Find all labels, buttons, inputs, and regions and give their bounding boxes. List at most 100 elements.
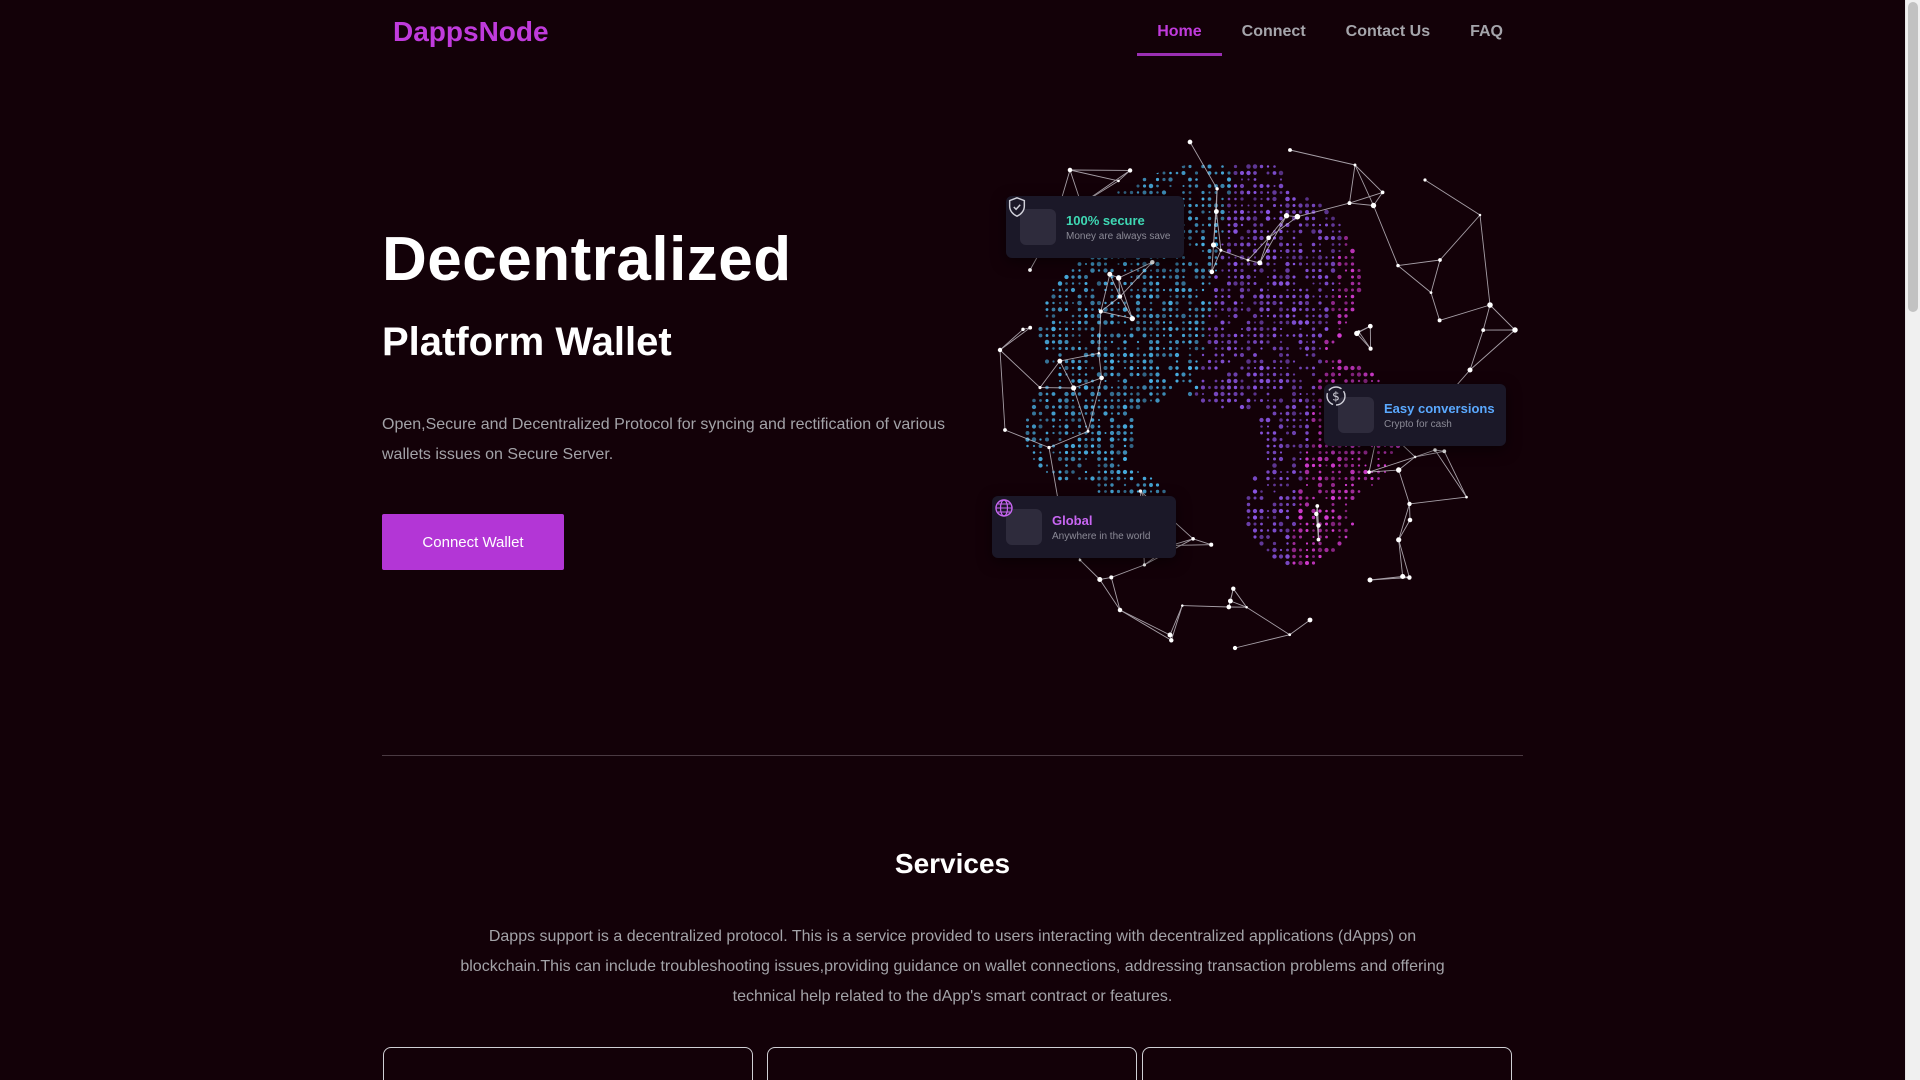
globe-dot [1123,399,1127,402]
nav-faq[interactable]: FAQ [1450,0,1523,56]
globe-dot [1195,262,1198,266]
globe-dot [1286,230,1289,233]
globe-dot [1311,346,1316,351]
globe-dot [1044,404,1050,410]
globe-dot [1182,262,1185,266]
nav-connect[interactable]: Connect [1222,0,1326,56]
globe-dot [1109,437,1115,442]
service-card[interactable] [383,1047,753,1080]
globe-dot [1246,216,1251,221]
globe-dot [1110,268,1114,273]
globe-dot [1071,314,1075,318]
globe-dot [1142,489,1147,494]
globe-dot [1065,295,1068,298]
globe-dot [1038,333,1043,338]
network-node [1407,501,1412,507]
globe-dot [1090,327,1095,331]
globe-dot [1377,457,1380,461]
globe-dot [1051,307,1056,312]
globe-dot [1227,275,1231,279]
globe-dot [1265,216,1271,221]
globe-dot [1227,385,1231,390]
globe-dot [1240,262,1244,266]
globe-dot [1253,243,1257,246]
globe-dot [1109,450,1115,455]
globe-dot [1266,184,1270,188]
globe-dot [1298,248,1303,254]
globe-dot [1351,275,1354,279]
globe-dot [1117,464,1120,467]
globe-dot [1337,235,1342,241]
globe-dot [1162,385,1166,390]
globe-dot [1259,508,1264,514]
globe-dot [1279,412,1283,415]
globe-dot [1162,288,1166,292]
network-node [1396,467,1402,473]
globe-dot [1135,404,1141,410]
globe-dot [1324,313,1329,319]
globe-dot [1312,477,1315,480]
globe-dot [1221,269,1224,272]
globe-dot [1064,431,1069,435]
globe-dot [1175,327,1179,331]
globe-dot [1266,451,1270,454]
globe-dot [1227,216,1231,221]
connect-wallet-button[interactable]: Connect Wallet [382,514,564,570]
globe-dot [1279,476,1283,481]
globe-dot [1201,197,1205,201]
globe-dot [1038,456,1043,462]
globe-dot [1122,385,1128,390]
globe-dot [1070,456,1076,462]
nav-home[interactable]: Home [1137,0,1223,56]
scrollbar-thumb[interactable] [1908,2,1918,312]
nav-contact-us[interactable]: Contact Us [1326,0,1450,56]
globe-dot [1221,399,1224,402]
globe-dot [1142,190,1147,195]
globe-dot [1097,269,1101,272]
network-node [1396,537,1402,543]
service-card[interactable] [767,1047,1137,1080]
globe-dot [1161,313,1167,319]
globe-dot [1071,450,1075,455]
globe-dot [1051,326,1056,332]
globe-dot [1142,320,1147,325]
globe-dot [1071,373,1075,376]
globe-dot [1233,171,1238,175]
network-node [1209,269,1215,275]
globe-dot [1292,418,1296,422]
globe-dot [1148,339,1154,345]
globe-dot [1214,333,1218,338]
globe-dot [1279,178,1283,181]
secure-card-title: 100% secure [1066,212,1145,228]
globe-dot [1109,359,1115,364]
globe-dot [1207,216,1212,221]
globe-dot [1109,417,1115,423]
globe-dot [1129,359,1134,364]
globe-dot [1259,184,1264,188]
globe-dot [1201,301,1205,305]
globe-dot [1103,320,1108,325]
brand-logo[interactable]: DappsNode [393,16,549,48]
globe-dot [1194,307,1199,312]
service-card[interactable] [1142,1047,1512,1080]
globe-dot [1292,529,1296,532]
globe-dot [1311,372,1316,377]
globe-dot [1344,528,1348,533]
globe-dot [1351,256,1354,259]
globe-dot [1142,366,1147,370]
globe-dot [1201,282,1205,285]
globe-dot [1298,242,1303,247]
globe-dot [1286,353,1289,357]
globe-dot [1272,327,1277,331]
globe-dot [1272,547,1277,553]
globe-dot [1260,522,1263,526]
globe-dot [1246,385,1251,390]
globe-dot [1149,399,1153,402]
globe-dot [1130,327,1133,331]
globe-dot [1272,249,1277,253]
globe-dot [1259,300,1264,306]
globe-dot [1142,483,1147,487]
vertical-scrollbar[interactable] [1905,0,1920,1080]
globe-dot [1097,490,1101,493]
network-node [1370,202,1377,209]
